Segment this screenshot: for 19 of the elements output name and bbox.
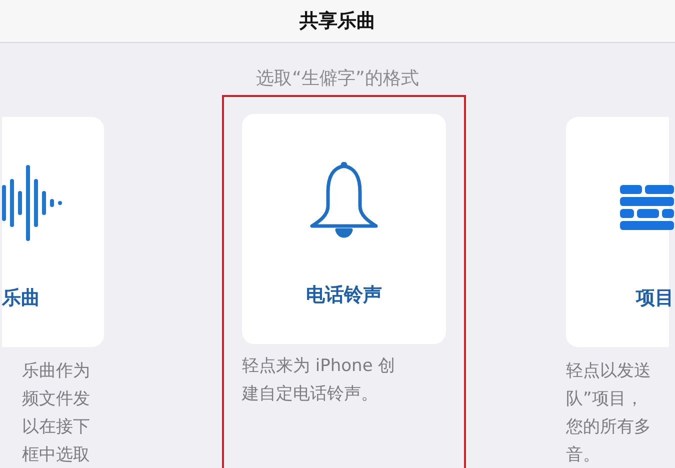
format-card[interactable]: 乐曲 xyxy=(2,117,104,347)
card-description: 队”项目， xyxy=(566,388,644,411)
card-title: 乐曲 xyxy=(2,286,40,311)
card-description: 音。 xyxy=(566,444,601,467)
card-title: 电话铃声 xyxy=(306,283,382,308)
card-description: 频文件发 xyxy=(22,388,90,411)
card-description: 轻点以发送 xyxy=(566,360,652,383)
card-description: 轻点来为 iPhone 创 xyxy=(242,355,396,378)
bell-icon xyxy=(308,162,380,238)
format-card[interactable]: 电话铃声 xyxy=(242,114,446,344)
screen-title: 共享乐曲 xyxy=(300,9,376,34)
waveform-icon xyxy=(2,165,64,241)
card-description: 乐曲作为 xyxy=(22,360,90,383)
format-prompt: 选取“生僻字”的格式 xyxy=(255,67,420,91)
card-description: 框中选取 xyxy=(22,444,90,467)
card-description: 以在接下 xyxy=(22,416,90,439)
card-description: 建自定电话铃声。 xyxy=(242,383,379,406)
brick-wall-icon xyxy=(620,185,674,231)
card-description: 您的所有多 xyxy=(566,416,652,439)
